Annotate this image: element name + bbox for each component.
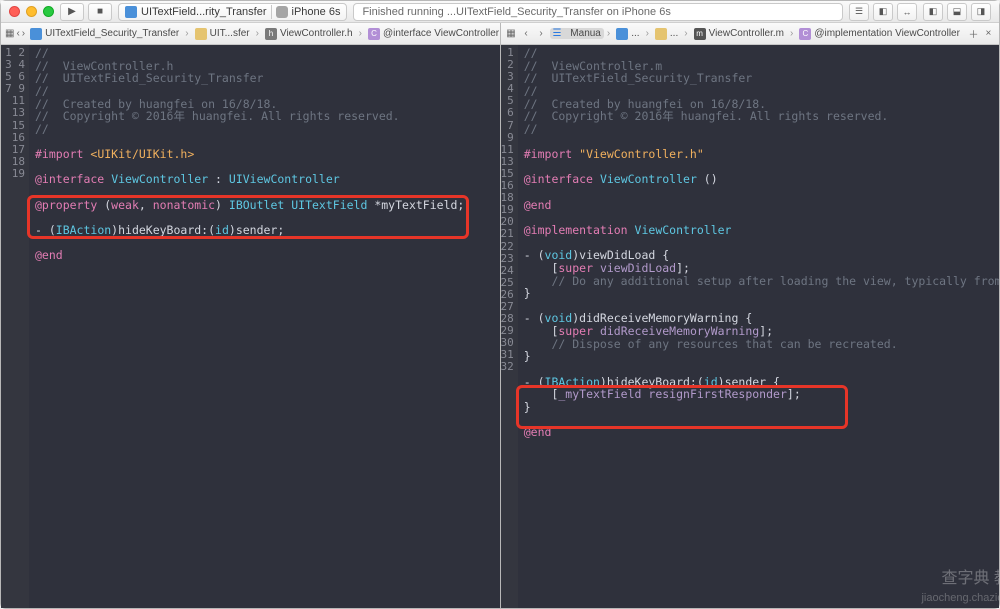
left-gutter: 1 2 3 4 5 6 7 9 11 13 15 16 17 18 19 bbox=[1, 45, 29, 608]
jumpbar-file[interactable]: mViewController.m bbox=[691, 28, 787, 40]
version-editor-button[interactable]: ↔ bbox=[897, 3, 917, 21]
right-pane: ▦ ‹ › ☰ Manua ... ... mViewController.m … bbox=[500, 23, 1000, 608]
project-icon bbox=[125, 6, 137, 18]
bottom-panel-toggle[interactable]: ⬓ bbox=[947, 3, 967, 21]
jumpbar-file[interactable]: hViewController.h bbox=[262, 28, 356, 40]
status-text: Finished running ...UITextField_Security… bbox=[362, 6, 670, 18]
jumpbar-mode[interactable]: ☰ Manua bbox=[550, 28, 604, 39]
traffic-lights bbox=[9, 6, 54, 17]
stop-button[interactable]: ■ bbox=[88, 3, 112, 21]
activity-status: Finished running ...UITextField_Security… bbox=[353, 3, 843, 21]
class-icon: C bbox=[799, 28, 811, 40]
jumpbar-symbol[interactable]: C@interface ViewController bbox=[365, 28, 500, 40]
jumpbar-symbol[interactable]: C@implementation ViewController bbox=[796, 28, 963, 40]
editor-split: ▦ ‹ › UITextField_Security_Transfer UIT.… bbox=[1, 23, 999, 608]
forward-button[interactable]: › bbox=[22, 26, 25, 42]
related-items-button[interactable]: ▦ bbox=[505, 26, 518, 42]
project-icon bbox=[30, 28, 42, 40]
left-jumpbar[interactable]: ▦ ‹ › UITextField_Security_Transfer UIT.… bbox=[1, 23, 500, 45]
close-assistant-button[interactable]: × bbox=[982, 26, 995, 42]
class-icon: C bbox=[368, 28, 380, 40]
back-button[interactable]: ‹ bbox=[520, 26, 533, 42]
run-stop-group: ▶ ■ bbox=[60, 3, 112, 21]
watermark-url: jiaocheng.chazidian.com bbox=[921, 592, 999, 604]
run-button[interactable]: ▶ bbox=[60, 3, 84, 21]
scheme-sep bbox=[271, 5, 272, 19]
jumpbar-project[interactable]: UITextField_Security_Transfer bbox=[27, 28, 182, 40]
right-code[interactable]: // // ViewController.m // UITextField_Se… bbox=[518, 45, 999, 608]
left-panel-toggle[interactable]: ◧ bbox=[923, 3, 943, 21]
assistant-editor-button[interactable]: ◧ bbox=[873, 3, 893, 21]
jumpbar-folder[interactable]: ... bbox=[652, 28, 681, 40]
device-icon bbox=[276, 6, 288, 18]
header-file-icon: h bbox=[265, 28, 277, 40]
left-pane: ▦ ‹ › UITextField_Security_Transfer UIT.… bbox=[1, 23, 500, 608]
folder-icon bbox=[195, 28, 207, 40]
close-icon[interactable] bbox=[9, 6, 20, 17]
jumpbar-project[interactable]: ... bbox=[613, 28, 642, 40]
back-button[interactable]: ‹ bbox=[16, 26, 19, 42]
right-jumpbar[interactable]: ▦ ‹ › ☰ Manua ... ... mViewController.m … bbox=[501, 23, 1000, 45]
editor-mode-group: ☰ ◧ ↔ bbox=[849, 3, 917, 21]
add-assistant-button[interactable]: ＋ bbox=[967, 26, 980, 42]
impl-file-icon: m bbox=[694, 28, 706, 40]
folder-icon bbox=[655, 28, 667, 40]
watermark: 查字典 教程网 bbox=[942, 570, 1000, 588]
scheme-name: UITextField...rity_Transfer bbox=[141, 6, 267, 18]
minimize-icon[interactable] bbox=[26, 6, 37, 17]
titlebar: ▶ ■ UITextField...rity_Transfer iPhone 6… bbox=[1, 1, 999, 23]
left-editor[interactable]: 1 2 3 4 5 6 7 9 11 13 15 16 17 18 19 // … bbox=[1, 45, 500, 608]
jumpbar-folder[interactable]: UIT...sfer bbox=[192, 28, 253, 40]
forward-button[interactable]: › bbox=[535, 26, 548, 42]
left-code[interactable]: // // ViewController.h // UITextField_Se… bbox=[29, 45, 500, 608]
zoom-icon[interactable] bbox=[43, 6, 54, 17]
panel-toggle-group: ◧ ⬓ ◨ bbox=[923, 3, 991, 21]
right-gutter: 1 2 3 4 5 6 7 9 11 13 15 16 18 19 20 21 … bbox=[501, 45, 518, 608]
xcode-window: ▶ ■ UITextField...rity_Transfer iPhone 6… bbox=[0, 0, 1000, 609]
project-icon bbox=[616, 28, 628, 40]
scheme-selector[interactable]: UITextField...rity_Transfer iPhone 6s bbox=[118, 3, 347, 21]
right-panel-toggle[interactable]: ◨ bbox=[971, 3, 991, 21]
related-items-button[interactable]: ▦ bbox=[5, 26, 14, 42]
right-editor[interactable]: 1 2 3 4 5 6 7 9 11 13 15 16 18 19 20 21 … bbox=[501, 45, 1000, 608]
device-name: iPhone 6s bbox=[292, 6, 341, 18]
standard-editor-button[interactable]: ☰ bbox=[849, 3, 869, 21]
